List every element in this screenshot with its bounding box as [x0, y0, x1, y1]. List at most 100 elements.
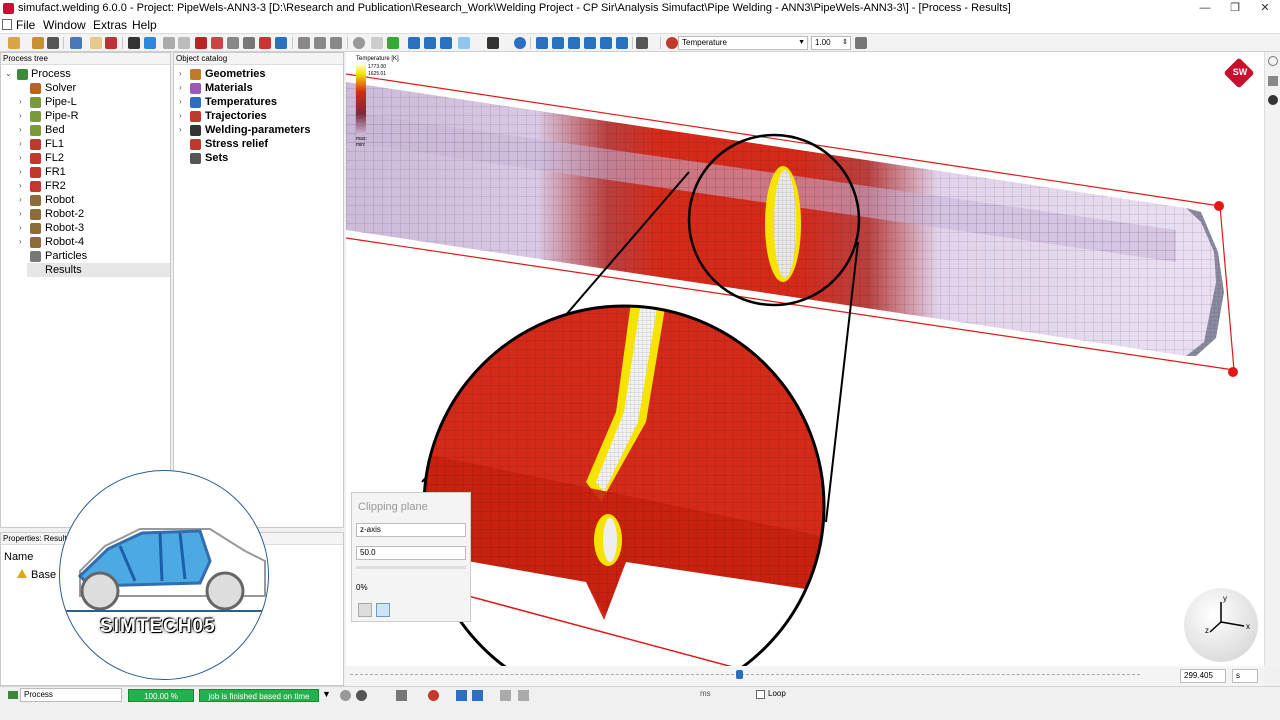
zoom-icon[interactable]	[514, 37, 526, 49]
home-view-icon[interactable]	[353, 37, 365, 49]
status-dropdown-icon[interactable]: ▼	[322, 689, 331, 699]
stepper-arrows-icon[interactable]: ⇕	[842, 37, 848, 49]
fit-icon[interactable]	[408, 37, 420, 49]
catalog-item-materials[interactable]: Materials	[205, 81, 253, 95]
expand-icon[interactable]: ›	[179, 69, 182, 78]
time-slider-thumb[interactable]	[736, 670, 743, 679]
catalog-item-welding-parameters[interactable]: Welding-parameters	[205, 123, 311, 137]
welding-icon[interactable]	[195, 37, 207, 49]
expand-icon[interactable]: ›	[19, 97, 22, 106]
tree-item-pipe-r[interactable]: Pipe-R	[45, 109, 79, 123]
loop-checkbox[interactable]	[756, 690, 765, 699]
tool-icon[interactable]	[211, 37, 223, 49]
pick-icon[interactable]	[128, 37, 140, 49]
tree-item-fl1[interactable]: FL1	[45, 137, 64, 151]
expand-icon[interactable]: ›	[19, 139, 22, 148]
menu-help[interactable]: Help	[132, 18, 157, 32]
light-icon[interactable]	[458, 37, 470, 49]
expand-icon[interactable]: ›	[179, 83, 182, 92]
iso-view-icon[interactable]	[616, 37, 628, 49]
top-view-icon[interactable]	[600, 37, 612, 49]
rotate-icon[interactable]	[387, 37, 399, 49]
clipping-tool-icon[interactable]	[358, 603, 372, 617]
clipboard-icon[interactable]	[105, 37, 117, 49]
expand-icon[interactable]: ›	[19, 153, 22, 162]
minimize-button[interactable]: —	[1190, 0, 1220, 17]
back-view-icon[interactable]	[552, 37, 564, 49]
clipping-apply-icon[interactable]	[376, 603, 390, 617]
camera-icon[interactable]	[456, 690, 467, 701]
expand-icon[interactable]: ›	[179, 111, 182, 120]
record-icon[interactable]	[396, 690, 407, 701]
measure-icon[interactable]	[259, 37, 271, 49]
scale-settings-icon[interactable]	[855, 37, 867, 49]
play-icon[interactable]	[340, 690, 351, 701]
restore-button[interactable]: ❐	[1220, 0, 1250, 17]
time-slider-track[interactable]	[350, 674, 1140, 677]
rec-icon[interactable]	[428, 690, 439, 701]
view-icon[interactable]	[163, 37, 175, 49]
orient-icon[interactable]	[440, 37, 452, 49]
result-viewport[interactable]: Temperature [K] 1773.00 1625.01 max: min…	[345, 52, 1264, 708]
tree-item-robot-3[interactable]: Robot-3	[45, 221, 84, 235]
menu-file[interactable]: File	[16, 18, 35, 32]
tree-item-fr1[interactable]: FR1	[45, 165, 66, 179]
brush-icon[interactable]	[1268, 76, 1278, 86]
screen-icon[interactable]	[70, 37, 82, 49]
expand-icon[interactable]: ›	[179, 97, 182, 106]
result-select[interactable]: Temperature ▼	[678, 36, 808, 50]
tree-item-robot-4[interactable]: Robot-4	[45, 235, 84, 249]
tree-item-solver[interactable]: Solver	[45, 81, 76, 95]
refresh-icon[interactable]	[1268, 56, 1278, 66]
time-unit-small[interactable]: ms	[700, 689, 711, 698]
menu-window[interactable]: Window	[43, 18, 86, 32]
tree-item-fr2[interactable]: FR2	[45, 179, 66, 193]
pan-icon[interactable]	[487, 37, 499, 49]
folder-icon[interactable]	[32, 37, 44, 49]
window-menu-icon[interactable]	[2, 19, 12, 30]
rewind-icon[interactable]	[518, 690, 529, 701]
settings-icon[interactable]	[472, 690, 483, 701]
tree-item-bed[interactable]: Bed	[45, 123, 65, 137]
tree-item-process[interactable]: Process	[31, 67, 71, 81]
expand-icon[interactable]: ›	[19, 167, 22, 176]
select-box-icon[interactable]	[371, 37, 383, 49]
clipping-value-input[interactable]: 50.0	[356, 546, 466, 560]
stop-icon[interactable]	[356, 690, 367, 701]
expand-icon[interactable]: ›	[19, 209, 22, 218]
tree-item-robot-2[interactable]: Robot-2	[45, 207, 84, 221]
time-value-input[interactable]: 299.405	[1180, 669, 1226, 683]
cut-icon[interactable]	[275, 37, 287, 49]
close-button[interactable]: ✕	[1250, 0, 1280, 17]
save-icon[interactable]	[47, 37, 59, 49]
catalog-item-geometries[interactable]: Geometries	[205, 67, 266, 81]
tree-item-robot[interactable]: Robot	[45, 193, 74, 207]
window-tile-icon[interactable]	[298, 37, 310, 49]
tree-item-fl2[interactable]: FL2	[45, 151, 64, 165]
expand-icon[interactable]: ›	[19, 223, 22, 232]
scale-stepper[interactable]: 1.00 ⇕	[811, 36, 851, 50]
open-icon[interactable]	[8, 37, 20, 49]
time-unit-select[interactable]: s	[1232, 669, 1258, 683]
collapse-icon[interactable]: ⌄	[5, 69, 12, 78]
expand-icon[interactable]: ›	[19, 125, 22, 134]
catalog-item-sets[interactable]: Sets	[205, 151, 228, 165]
expand-icon[interactable]: ›	[19, 111, 22, 120]
catalog-item-temperatures[interactable]: Temperatures	[205, 95, 277, 109]
notes-icon[interactable]	[90, 37, 102, 49]
grid-icon[interactable]	[243, 37, 255, 49]
print-icon[interactable]	[636, 37, 648, 49]
pipe-model[interactable]	[345, 52, 1264, 708]
expand-icon[interactable]: ›	[179, 125, 182, 134]
tree-item-particles[interactable]: Particles	[45, 249, 87, 263]
menu-extras[interactable]: Extras	[93, 18, 127, 32]
step-back-icon[interactable]	[500, 690, 511, 701]
process-select[interactable]: Process	[20, 688, 122, 702]
mesh-icon[interactable]	[144, 37, 156, 49]
layers-icon[interactable]	[178, 37, 190, 49]
eye-icon[interactable]	[1268, 95, 1278, 105]
front-view-icon[interactable]	[536, 37, 548, 49]
right-view-icon[interactable]	[584, 37, 596, 49]
expand-icon[interactable]: ›	[19, 181, 22, 190]
catalog-item-trajectories[interactable]: Trajectories	[205, 109, 267, 123]
